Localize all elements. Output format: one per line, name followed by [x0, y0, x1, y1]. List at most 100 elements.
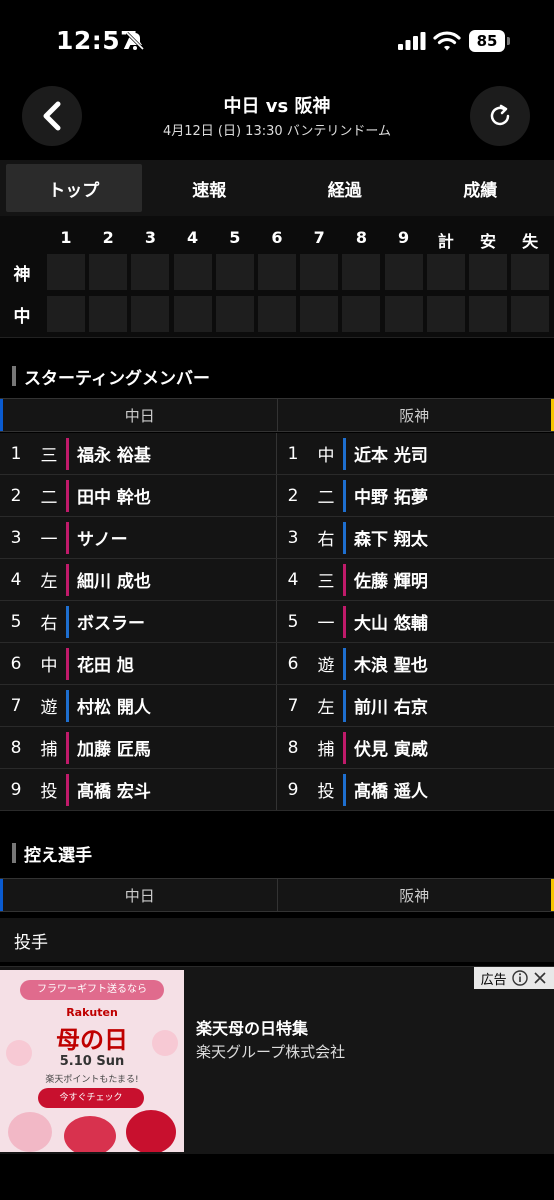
home-player-cell[interactable]: 3 一サノー — [0, 517, 277, 558]
flower-icon — [8, 1112, 52, 1152]
tab-progress[interactable]: 経過 — [277, 164, 413, 212]
signal-icon — [398, 32, 426, 50]
player-name[interactable]: 中野 拓夢 — [354, 483, 428, 508]
away-player-cell[interactable]: 1 中近本 光司 — [277, 433, 554, 474]
fielding-position: 三 — [317, 572, 335, 592]
status-bar: 12:57 85 — [0, 0, 554, 80]
player-name[interactable]: 近本 光司 — [354, 441, 428, 466]
batting-order: 9 — [10, 779, 22, 800]
tab-live[interactable]: 速報 — [142, 164, 278, 212]
score-cell — [384, 254, 423, 290]
ad-tag[interactable]: 広告 — [474, 967, 554, 989]
batting-order: 7 — [10, 695, 22, 716]
fielding-position: 一 — [317, 614, 335, 634]
fielding-position: 二 — [40, 488, 58, 508]
batting-order: 3 — [10, 527, 22, 548]
ad-image[interactable]: フラワーギフト送るなら Rakuten 母の日 5.10 Sun 楽天ポイントも… — [0, 970, 184, 1152]
fielding-position: 中 — [40, 656, 58, 676]
score-column-header: 6 — [271, 228, 283, 247]
away-player-cell[interactable]: 2 二中野 拓夢 — [277, 475, 554, 516]
lineup-row: 7 遊村松 開人 7 左前川 右京 — [0, 685, 554, 727]
away-player-cell[interactable]: 8 捕伏見 寅威 — [277, 727, 554, 768]
score-column-header: 2 — [102, 228, 114, 247]
player-name[interactable]: 髙橋 遥人 — [354, 777, 428, 802]
away-player-cell[interactable]: 3 右森下 翔太 — [277, 517, 554, 558]
ad-points: 楽天ポイントもたまる! — [45, 1075, 139, 1085]
ad-title[interactable]: 楽天母の日特集 — [196, 1015, 308, 1039]
handedness-bar — [343, 731, 346, 764]
handedness-bar — [66, 605, 69, 638]
home-player-cell[interactable]: 4 左細川 成也 — [0, 559, 277, 600]
lineup-row: 8 捕加藤 匠馬 8 捕伏見 寅威 — [0, 727, 554, 769]
away-player-cell[interactable]: 5 一大山 悠輔 — [277, 601, 554, 642]
home-player-cell[interactable]: 5 右ボスラー — [0, 601, 277, 642]
lineup-row: 4 左細川 成也 4 三佐藤 輝明 — [0, 559, 554, 601]
score-cell — [426, 254, 465, 290]
ad-tag-label: 広告 — [480, 972, 507, 988]
home-player-cell[interactable]: 7 遊村松 開人 — [0, 685, 277, 726]
bench-away-label: 阪神 — [278, 879, 554, 911]
reload-button[interactable] — [470, 86, 530, 146]
home-player-cell[interactable]: 2 二田中 幹也 — [0, 475, 277, 516]
score-column-header: 5 — [229, 228, 241, 247]
player-name[interactable]: 髙橋 宏斗 — [77, 777, 151, 802]
handedness-bar — [343, 647, 346, 680]
away-player-cell[interactable]: 4 三佐藤 輝明 — [277, 559, 554, 600]
player-name[interactable]: 森下 翔太 — [354, 525, 428, 550]
batting-order: 8 — [287, 737, 299, 758]
bench-pitcher-label: 投手 — [0, 918, 554, 962]
handedness-bar — [66, 479, 69, 512]
home-team-label: 中日 — [0, 399, 278, 431]
score-cell — [258, 254, 296, 290]
home-player-cell[interactable]: 9 投髙橋 宏斗 — [0, 769, 277, 810]
player-name[interactable]: 花田 旭 — [77, 651, 134, 676]
score-cell — [342, 296, 381, 332]
fielding-position: 三 — [40, 446, 58, 466]
player-name[interactable]: 大山 悠輔 — [354, 609, 428, 634]
score-cell — [469, 254, 507, 290]
player-name[interactable]: ボスラー — [77, 609, 145, 634]
batting-order: 7 — [287, 695, 299, 716]
player-name[interactable]: 田中 幹也 — [77, 483, 151, 508]
fielding-position: 遊 — [40, 698, 58, 718]
close-icon[interactable] — [533, 971, 547, 985]
refresh-icon — [490, 104, 510, 126]
player-name[interactable]: 佐藤 輝明 — [354, 567, 428, 592]
player-name[interactable]: 前川 右京 — [354, 693, 428, 718]
player-name[interactable]: 木浪 聖也 — [354, 651, 428, 676]
fielding-position: 中 — [317, 446, 335, 466]
batting-order: 1 — [10, 443, 22, 464]
handedness-bar — [343, 521, 346, 554]
player-name[interactable]: サノー — [77, 525, 128, 550]
tab-top[interactable]: トップ — [6, 164, 142, 212]
handedness-bar — [66, 437, 69, 470]
flower-icon — [64, 1116, 116, 1152]
info-icon[interactable] — [512, 970, 528, 986]
flower-icon — [152, 1030, 178, 1056]
ad-cta-button[interactable]: 今すぐチェック — [38, 1088, 144, 1108]
lineup-row: 6 中花田 旭 6 遊木浪 聖也 — [0, 643, 554, 685]
player-name[interactable]: 伏見 寅威 — [354, 735, 428, 760]
tab-stats[interactable]: 成績 — [413, 164, 549, 212]
score-cell — [215, 296, 254, 332]
player-name[interactable]: 福永 裕基 — [77, 441, 151, 466]
ad-sponsor: 楽天グループ株式会社 — [196, 1043, 346, 1061]
away-player-cell[interactable]: 9 投髙橋 遥人 — [277, 769, 554, 810]
ad-banner[interactable]: フラワーギフト送るなら Rakuten 母の日 5.10 Sun 楽天ポイントも… — [0, 966, 554, 1154]
batting-order: 3 — [287, 527, 299, 548]
score-column-header: 4 — [187, 228, 199, 247]
score-column-header: 9 — [398, 228, 410, 247]
player-name[interactable]: 細川 成也 — [77, 567, 151, 592]
score-column-header: 計 — [437, 232, 454, 251]
handedness-bar — [66, 773, 69, 806]
player-name[interactable]: 加藤 匠馬 — [77, 735, 151, 760]
home-player-cell[interactable]: 8 捕加藤 匠馬 — [0, 727, 277, 768]
starting-members-title: スターティングメンバー — [0, 356, 554, 396]
home-player-cell[interactable]: 6 中花田 旭 — [0, 643, 277, 684]
batting-order: 1 — [287, 443, 299, 464]
home-player-cell[interactable]: 1 三福永 裕基 — [0, 433, 277, 474]
away-player-cell[interactable]: 7 左前川 右京 — [277, 685, 554, 726]
player-name[interactable]: 村松 開人 — [77, 693, 151, 718]
away-player-cell[interactable]: 6 遊木浪 聖也 — [277, 643, 554, 684]
wifi-icon — [433, 31, 461, 51]
